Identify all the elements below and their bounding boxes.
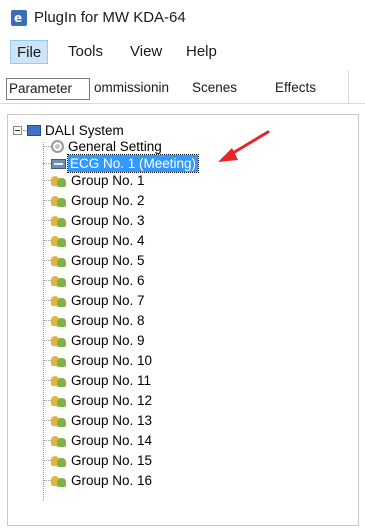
group-icon bbox=[51, 413, 67, 427]
dali-system-icon bbox=[27, 125, 41, 136]
tree-item-group-5[interactable]: Group No. 5 bbox=[51, 252, 147, 269]
tree-item-group-3[interactable]: Group No. 3 bbox=[51, 212, 147, 229]
tree-item-group-15[interactable]: Group No. 15 bbox=[51, 452, 154, 469]
group-icon bbox=[51, 313, 67, 327]
tree-item-group-7[interactable]: Group No. 7 bbox=[51, 292, 147, 309]
tree-item-group-2[interactable]: Group No. 2 bbox=[51, 192, 147, 209]
tree-item-label: Group No. 4 bbox=[71, 233, 145, 248]
tree-connector bbox=[43, 480, 51, 481]
tree-connector bbox=[43, 180, 51, 181]
tree-connector bbox=[43, 142, 44, 501]
tree-item-label: DALI System bbox=[45, 123, 124, 138]
group-icon bbox=[51, 233, 67, 247]
group-icon bbox=[51, 333, 67, 347]
tree-connector bbox=[43, 380, 51, 381]
tree-connector bbox=[43, 460, 51, 461]
tree-connector bbox=[43, 300, 51, 301]
tree-connector bbox=[43, 320, 51, 321]
tree-item-ecg-1[interactable]: ECG No. 1 (Meeting) bbox=[51, 154, 200, 173]
tree-item-group-8[interactable]: Group No. 8 bbox=[51, 312, 147, 329]
tree-item-label: Group No. 15 bbox=[71, 453, 153, 468]
tree-connector bbox=[43, 220, 51, 221]
tree-connector bbox=[43, 163, 51, 164]
tree-item-label: ECG No. 1 (Meeting) bbox=[66, 154, 200, 173]
tree-item-label: Group No. 13 bbox=[71, 413, 153, 428]
tree-item-group-11[interactable]: Group No. 11 bbox=[51, 372, 153, 389]
tab-divider bbox=[348, 70, 349, 104]
tab-effects[interactable]: Effects bbox=[275, 78, 316, 100]
group-icon bbox=[51, 273, 67, 287]
tab-strip: Parameter ommissionin Scenes Effects bbox=[0, 70, 365, 104]
tree-item-label: Group No. 1 bbox=[71, 173, 145, 188]
tree-item-label: Group No. 2 bbox=[71, 193, 145, 208]
menu-view[interactable]: View bbox=[124, 40, 168, 64]
tree-item-label: Group No. 5 bbox=[71, 253, 145, 268]
tree-connector bbox=[43, 200, 51, 201]
menu-help[interactable]: Help bbox=[180, 40, 223, 64]
group-icon bbox=[51, 213, 67, 227]
tree-connector bbox=[43, 440, 51, 441]
menu-tools[interactable]: Tools bbox=[62, 40, 109, 64]
tree-item-label: Group No. 11 bbox=[71, 373, 152, 388]
tree-item-label: Group No. 7 bbox=[71, 293, 145, 308]
group-icon bbox=[51, 173, 67, 187]
tree-item-group-14[interactable]: Group No. 14 bbox=[51, 432, 154, 449]
group-icon bbox=[51, 373, 67, 387]
app-icon: e bbox=[11, 10, 27, 26]
tree-connector bbox=[43, 280, 51, 281]
tab-commissioning[interactable]: ommissionin bbox=[94, 78, 172, 100]
menu-file[interactable]: File bbox=[10, 40, 49, 64]
tree-item-label: Group No. 16 bbox=[71, 473, 153, 488]
tree-item-label: Group No. 6 bbox=[71, 273, 145, 288]
annotation-arrow-icon bbox=[218, 130, 270, 162]
collapse-icon[interactable] bbox=[13, 126, 22, 135]
tree-item-group-6[interactable]: Group No. 6 bbox=[51, 272, 147, 289]
group-icon bbox=[51, 393, 67, 407]
group-icon bbox=[51, 453, 67, 467]
tree-item-group-1[interactable]: Group No. 1 bbox=[51, 172, 147, 189]
tab-parameter[interactable]: Parameter bbox=[6, 78, 90, 100]
tree-item-group-16[interactable]: Group No. 16 bbox=[51, 472, 154, 489]
tree-item-dali-system[interactable]: DALI System bbox=[27, 122, 126, 139]
tree-item-group-12[interactable]: Group No. 12 bbox=[51, 392, 154, 409]
tree-view[interactable]: DALI System General Setting ECG No. 1 (M… bbox=[7, 114, 359, 526]
tree-connector bbox=[43, 260, 51, 261]
tree-item-label: General Setting bbox=[68, 139, 162, 154]
tab-scenes[interactable]: Scenes bbox=[192, 78, 237, 100]
tree-item-label: Group No. 3 bbox=[71, 213, 145, 228]
tree-connector bbox=[43, 240, 51, 241]
tree-item-group-13[interactable]: Group No. 13 bbox=[51, 412, 154, 429]
tree-item-label: Group No. 14 bbox=[71, 433, 153, 448]
window-title: PlugIn for MW KDA-64 bbox=[34, 9, 186, 26]
tree-item-group-9[interactable]: Group No. 9 bbox=[51, 332, 147, 349]
tree-item-label: Group No. 8 bbox=[71, 313, 145, 328]
menu-bar: File Tools View Help bbox=[0, 36, 365, 66]
tree-item-label: Group No. 12 bbox=[71, 393, 153, 408]
tree-connector bbox=[43, 340, 51, 341]
group-icon bbox=[51, 253, 67, 267]
gear-icon bbox=[51, 140, 64, 153]
group-icon bbox=[51, 433, 67, 447]
tree-item-group-10[interactable]: Group No. 10 bbox=[51, 352, 154, 369]
group-icon bbox=[51, 473, 67, 487]
tree-item-label: Group No. 10 bbox=[71, 353, 153, 368]
tree-connector bbox=[43, 400, 51, 401]
ecg-icon bbox=[51, 159, 66, 169]
group-icon bbox=[51, 193, 67, 207]
group-icon bbox=[51, 293, 67, 307]
tree-connector bbox=[43, 360, 51, 361]
group-icon bbox=[51, 353, 67, 367]
title-bar: e PlugIn for MW KDA-64 bbox=[0, 0, 365, 34]
tree-item-group-4[interactable]: Group No. 4 bbox=[51, 232, 147, 249]
tree-item-label: Group No. 9 bbox=[71, 333, 145, 348]
tree-item-general-setting[interactable]: General Setting bbox=[51, 138, 164, 155]
tree-connector bbox=[43, 146, 51, 147]
tree-connector bbox=[43, 420, 51, 421]
